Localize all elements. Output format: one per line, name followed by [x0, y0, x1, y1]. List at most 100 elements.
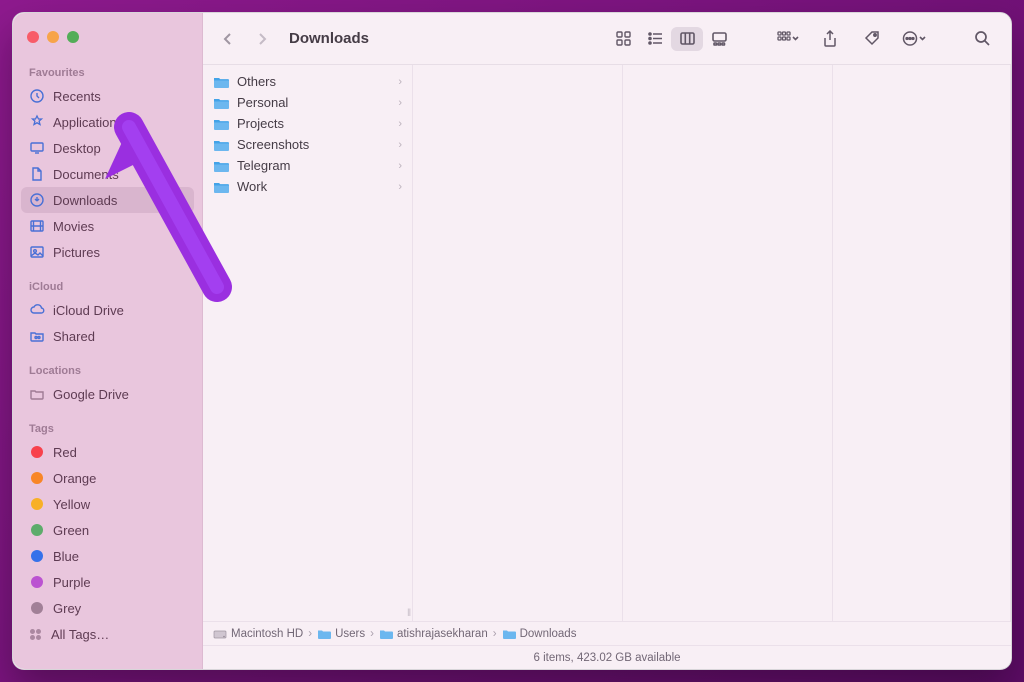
- sidebar-item-applications[interactable]: Applications: [21, 109, 194, 135]
- folder-icon: [317, 628, 331, 640]
- column-view: Others› Personal› Projects› Screenshots›…: [203, 65, 1011, 621]
- list-item[interactable]: Work›: [203, 176, 412, 197]
- column-resize-handle[interactable]: ‖: [407, 608, 419, 619]
- folder-name: Work: [237, 179, 267, 194]
- search-button[interactable]: [967, 27, 997, 51]
- folder-name: Screenshots: [237, 137, 309, 152]
- fullscreen-window-button[interactable]: [67, 31, 79, 43]
- sidebar-item-desktop[interactable]: Desktop: [21, 135, 194, 161]
- tag-dot-icon: [31, 524, 43, 536]
- list-item[interactable]: Projects›: [203, 113, 412, 134]
- view-gallery-button[interactable]: [703, 27, 735, 51]
- chevron-right-icon: ›: [493, 628, 497, 640]
- list-item[interactable]: Others›: [203, 71, 412, 92]
- sidebar: Favourites Recents Applications Desktop …: [13, 13, 203, 669]
- column-2[interactable]: [413, 65, 623, 621]
- sidebar-item-label: Shared: [53, 329, 95, 344]
- sidebar-item-movies[interactable]: Movies: [21, 213, 194, 239]
- tag-dot-icon: [31, 576, 43, 588]
- pictures-icon: [29, 244, 45, 260]
- path-segment[interactable]: atishrajasekharan: [379, 628, 488, 640]
- sidebar-tag-yellow[interactable]: Yellow: [21, 491, 194, 517]
- column-1[interactable]: Others› Personal› Projects› Screenshots›…: [203, 65, 413, 621]
- path-segment[interactable]: Users: [317, 628, 365, 640]
- sidebar-item-label: Google Drive: [53, 387, 129, 402]
- sidebar-item-downloads[interactable]: Downloads: [21, 187, 194, 213]
- column-3[interactable]: [623, 65, 833, 621]
- chevron-right-icon: ›: [308, 628, 312, 640]
- sidebar-section-tags: Tags: [21, 417, 194, 439]
- sidebar-item-recents[interactable]: Recents: [21, 83, 194, 109]
- chevron-right-icon: ›: [398, 160, 402, 172]
- sidebar-tag-purple[interactable]: Purple: [21, 569, 194, 595]
- minimize-window-button[interactable]: [47, 31, 59, 43]
- action-menu-button[interactable]: [899, 27, 929, 51]
- sidebar-item-label: All Tags…: [51, 627, 109, 642]
- status-text: 6 items, 423.02 GB available: [533, 652, 680, 664]
- tag-dot-icon: [31, 550, 43, 562]
- sidebar-item-shared[interactable]: Shared: [21, 323, 194, 349]
- column-4[interactable]: [833, 65, 1011, 621]
- sidebar-item-label: Movies: [53, 219, 94, 234]
- main-area: Downloads: [203, 13, 1011, 669]
- sidebar-item-documents[interactable]: Documents: [21, 161, 194, 187]
- path-label: Downloads: [520, 628, 577, 640]
- document-icon: [29, 166, 45, 182]
- status-bar: 6 items, 423.02 GB available: [203, 645, 1011, 669]
- folder-icon: [379, 628, 393, 640]
- tag-dot-icon: [31, 446, 43, 458]
- clock-icon: [29, 88, 45, 104]
- folder-name: Others: [237, 74, 276, 89]
- sidebar-tag-orange[interactable]: Orange: [21, 465, 194, 491]
- view-columns-button[interactable]: [671, 27, 703, 51]
- cloud-icon: [29, 302, 45, 318]
- sidebar-tag-blue[interactable]: Blue: [21, 543, 194, 569]
- downloads-icon: [29, 192, 45, 208]
- sidebar-item-pictures[interactable]: Pictures: [21, 239, 194, 265]
- sidebar-item-label: Recents: [53, 89, 101, 104]
- path-label: Users: [335, 628, 365, 640]
- forward-button[interactable]: [251, 28, 273, 50]
- tag-dot-icon: [31, 472, 43, 484]
- close-window-button[interactable]: [27, 31, 39, 43]
- list-item[interactable]: Telegram›: [203, 155, 412, 176]
- sidebar-item-label: Purple: [53, 575, 91, 590]
- list-item[interactable]: Screenshots ›: [203, 134, 412, 155]
- path-bar: Macintosh HD › Users › atishrajasekharan…: [203, 621, 1011, 645]
- finder-window: Favourites Recents Applications Desktop …: [12, 12, 1012, 670]
- sidebar-item-label: Orange: [53, 471, 96, 486]
- view-icons-button[interactable]: [607, 27, 639, 51]
- sidebar-item-google-drive[interactable]: Google Drive: [21, 381, 194, 407]
- chevron-right-icon: ›: [398, 139, 402, 151]
- sidebar-item-label: Documents: [53, 167, 119, 182]
- sidebar-tag-green[interactable]: Green: [21, 517, 194, 543]
- share-button[interactable]: [815, 27, 845, 51]
- sidebar-item-label: Red: [53, 445, 77, 460]
- tags-button[interactable]: [857, 27, 887, 51]
- list-item[interactable]: Personal›: [203, 92, 412, 113]
- tag-dot-icon: [31, 498, 43, 510]
- path-segment[interactable]: Macintosh HD: [213, 628, 303, 640]
- sidebar-section-locations: Locations: [21, 359, 194, 381]
- sidebar-tag-grey[interactable]: Grey: [21, 595, 194, 621]
- view-mode-group: [607, 27, 735, 51]
- all-tags-icon: [29, 628, 43, 640]
- folder-icon: [213, 138, 229, 152]
- sidebar-item-label: iCloud Drive: [53, 303, 124, 318]
- group-by-button[interactable]: [773, 27, 803, 51]
- sidebar-item-all-tags[interactable]: All Tags…: [21, 621, 194, 647]
- path-segment[interactable]: Downloads: [502, 628, 577, 640]
- window-title: Downloads: [289, 30, 369, 47]
- back-button[interactable]: [217, 28, 239, 50]
- folder-icon: [213, 159, 229, 173]
- sidebar-section-favourites: Favourites: [21, 61, 194, 83]
- sidebar-item-label: Yellow: [53, 497, 90, 512]
- sidebar-item-icloud-drive[interactable]: iCloud Drive: [21, 297, 194, 323]
- movies-icon: [29, 218, 45, 234]
- folder-icon: [213, 180, 229, 194]
- sidebar-section-icloud: iCloud: [21, 275, 194, 297]
- desktop-icon: [29, 140, 45, 156]
- sidebar-tag-red[interactable]: Red: [21, 439, 194, 465]
- applications-icon: [29, 114, 45, 130]
- view-list-button[interactable]: [639, 27, 671, 51]
